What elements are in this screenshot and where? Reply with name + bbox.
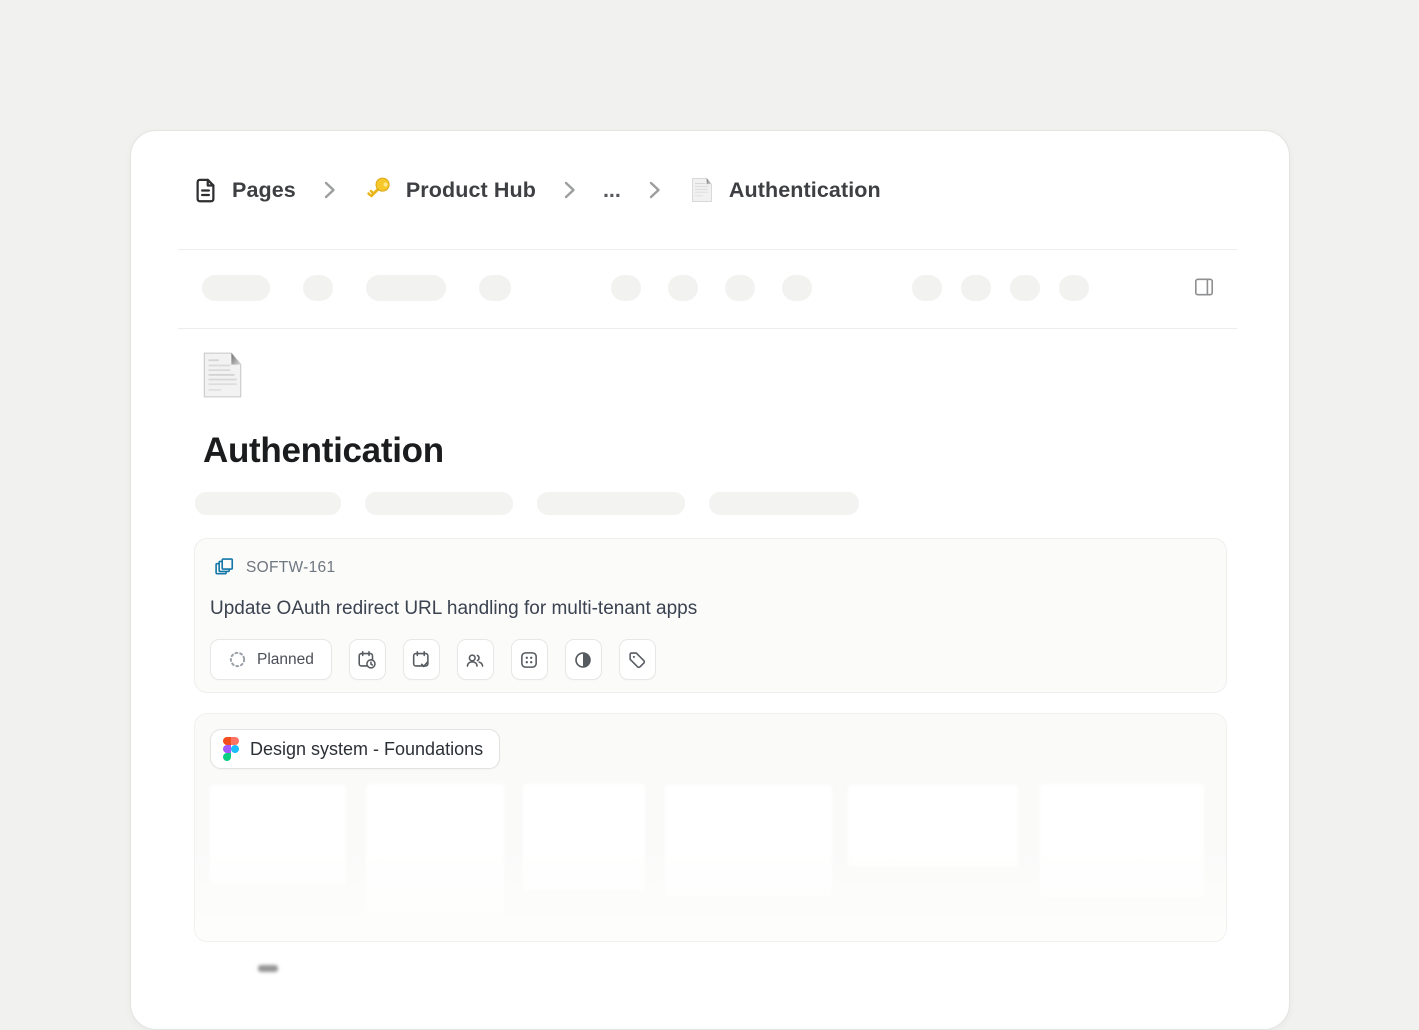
page-properties-skeleton xyxy=(195,492,859,515)
breadcrumb-label: Authentication xyxy=(729,178,881,203)
main-window-card: Pages Product Hub xyxy=(130,130,1290,1030)
skeleton-pill xyxy=(912,275,942,301)
figma-file-chip[interactable]: Design system - Foundations xyxy=(210,729,500,769)
breadcrumb-collapsed-item[interactable]: ... xyxy=(603,178,621,203)
toolbar-skeleton-group xyxy=(202,275,511,301)
assignees-button[interactable] xyxy=(457,639,494,680)
breadcrumb-item-pages[interactable]: Pages xyxy=(192,177,296,204)
fade-overlay xyxy=(195,846,1226,941)
divider xyxy=(178,328,1237,329)
document-lines-icon xyxy=(192,177,219,204)
skeleton-pill xyxy=(366,275,446,301)
page-curled-icon[interactable] xyxy=(197,349,247,401)
target-date-button[interactable] xyxy=(349,639,386,680)
issue-title: Update OAuth redirect URL handling for m… xyxy=(210,598,697,620)
toolbar-skeleton-group xyxy=(611,275,812,301)
issue-header: SOFTW-161 xyxy=(214,557,335,578)
skeleton-pill xyxy=(611,275,641,301)
calendar-clock-icon xyxy=(356,649,378,671)
skeleton-pill xyxy=(195,492,341,515)
label-button[interactable] xyxy=(619,639,656,680)
page-title: Authentication xyxy=(203,431,444,471)
breadcrumb: Pages Product Hub xyxy=(131,131,1289,249)
breadcrumb-item-authentication[interactable]: Authentication xyxy=(688,176,881,204)
priority-button[interactable] xyxy=(565,639,602,680)
skeleton-pill xyxy=(725,275,755,301)
calendar-check-icon xyxy=(410,649,432,671)
chevron-right-icon xyxy=(323,180,336,200)
skeleton-pill xyxy=(202,275,270,301)
breadcrumb-item-product-hub[interactable]: Product Hub xyxy=(363,175,536,205)
status-label: Planned xyxy=(257,651,314,669)
assignees-icon xyxy=(464,649,486,671)
figma-embed-card: Design system - Foundations xyxy=(194,713,1227,942)
toolbar-skeleton-group xyxy=(912,275,1089,301)
skeleton-pill xyxy=(537,492,685,515)
breadcrumb-label: Pages xyxy=(232,178,296,203)
linked-issue-card[interactable]: SOFTW-161 Update OAuth redirect URL hand… xyxy=(194,538,1227,693)
skeleton-pill xyxy=(709,492,859,515)
estimate-dots-icon xyxy=(518,649,540,671)
panel-right-toggle-icon[interactable] xyxy=(1191,274,1217,300)
figma-logo-icon xyxy=(223,737,239,761)
breadcrumb-label: Product Hub xyxy=(406,178,536,203)
dashed-circle-icon xyxy=(228,650,247,669)
page-curled-icon xyxy=(688,176,716,204)
figma-file-name: Design system - Foundations xyxy=(250,739,483,760)
skeleton-pill xyxy=(668,275,698,301)
skeleton-pill xyxy=(479,275,511,301)
issue-id: SOFTW-161 xyxy=(246,559,335,577)
skeleton-pill xyxy=(303,275,333,301)
skeleton-pill xyxy=(1059,275,1089,301)
priority-contrast-icon xyxy=(572,649,594,671)
skeleton-pill xyxy=(1010,275,1040,301)
toolbar-loading xyxy=(131,249,1289,328)
issue-actions-row: Planned xyxy=(210,639,656,680)
cutoff-content-mark xyxy=(258,965,278,972)
estimate-button[interactable] xyxy=(511,639,548,680)
key-icon xyxy=(363,175,393,205)
skeleton-pill xyxy=(961,275,991,301)
due-date-button[interactable] xyxy=(403,639,440,680)
chevron-right-icon xyxy=(648,180,661,200)
skeleton-pill xyxy=(365,492,513,515)
label-tag-icon xyxy=(626,649,648,671)
chevron-right-icon xyxy=(563,180,576,200)
skeleton-pill xyxy=(782,275,812,301)
project-layers-icon xyxy=(214,557,235,578)
status-button[interactable]: Planned xyxy=(210,639,332,680)
